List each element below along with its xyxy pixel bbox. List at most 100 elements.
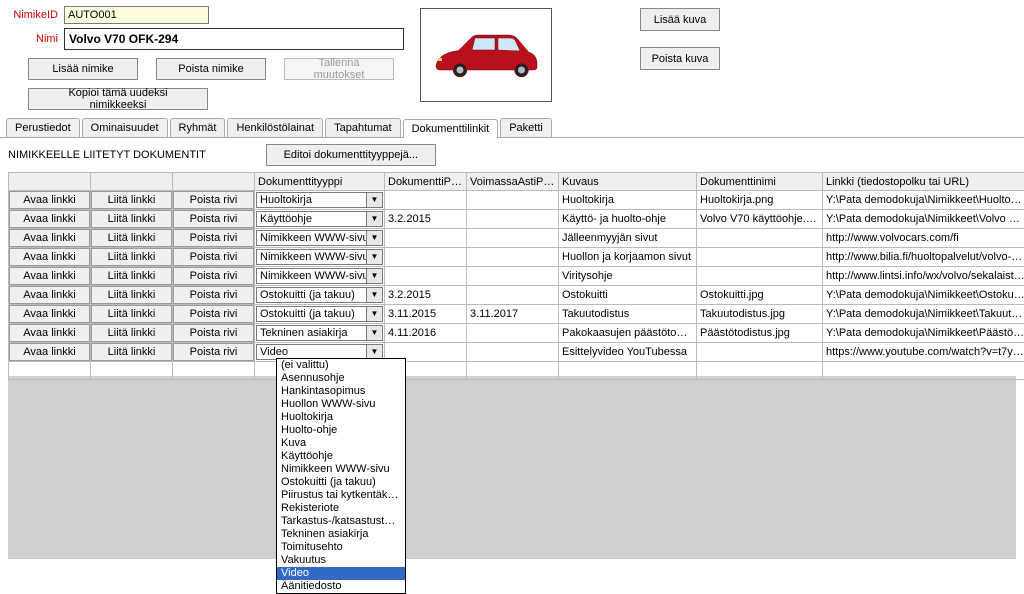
delete-link-button[interactable]: Poista rivi: [173, 324, 254, 342]
doc-date[interactable]: [385, 229, 467, 248]
open-link-button[interactable]: Avaa linkki: [9, 210, 90, 228]
doc-type-select[interactable]: Ostokuitti (ja takuu)▼: [256, 306, 383, 322]
doc-date[interactable]: 4.11.2016: [385, 324, 467, 343]
doc-description[interactable]: Ostokuitti: [559, 286, 697, 305]
doc-link[interactable]: http://www.lintsi.info/wx/volvo/sekalais…: [823, 267, 1024, 286]
valid-until-date[interactable]: [467, 267, 559, 286]
attach-link-button[interactable]: Liitä linkki: [91, 286, 172, 304]
valid-until-date[interactable]: [467, 210, 559, 229]
doc-date[interactable]: [385, 248, 467, 267]
attach-link-button[interactable]: Liitä linkki: [91, 267, 172, 285]
chevron-down-icon[interactable]: ▼: [366, 288, 382, 302]
open-link-button[interactable]: Avaa linkki: [9, 286, 90, 304]
attach-link-button[interactable]: Liitä linkki: [91, 343, 172, 361]
doc-filename[interactable]: Ostokuitti.jpg: [697, 286, 823, 305]
dropdown-option[interactable]: Tekninen asiakirja: [277, 528, 405, 541]
doc-date[interactable]: 3.2.2015: [385, 286, 467, 305]
edit-doc-types-button[interactable]: Editoi dokumenttityyppejä...: [266, 144, 436, 166]
doc-description[interactable]: Viritysohje: [559, 267, 697, 286]
dropdown-option[interactable]: Ostokuitti (ja takuu): [277, 476, 405, 489]
valid-until-date[interactable]: [467, 248, 559, 267]
tab-ominaisuudet[interactable]: Ominaisuudet: [82, 118, 168, 137]
dropdown-option[interactable]: Huoltokirja: [277, 411, 405, 424]
valid-until-date[interactable]: [467, 191, 559, 210]
doc-description[interactable]: Jälleenmyyjän sivut: [559, 229, 697, 248]
tab-dokumenttilinkit[interactable]: Dokumenttilinkit: [403, 119, 499, 138]
dropdown-option[interactable]: Vakuutus: [277, 554, 405, 567]
dropdown-option[interactable]: (ei valittu): [277, 359, 405, 372]
name-input[interactable]: [64, 28, 404, 50]
doc-description[interactable]: Huoltokirja: [559, 191, 697, 210]
attach-link-button[interactable]: Liitä linkki: [91, 248, 172, 266]
dropdown-option[interactable]: Rekisteriote: [277, 502, 405, 515]
doc-link[interactable]: Y:\Pata demodokuja\Nimikkeet\Takuutodist…: [823, 305, 1024, 324]
tab-paketti[interactable]: Paketti: [500, 118, 552, 137]
dropdown-option[interactable]: Kuva: [277, 437, 405, 450]
doc-date[interactable]: [385, 267, 467, 286]
doc-filename[interactable]: Huoltokirja.png: [697, 191, 823, 210]
doc-filename[interactable]: [697, 267, 823, 286]
chevron-down-icon[interactable]: ▼: [366, 345, 382, 359]
doc-type-select[interactable]: Ostokuitti (ja takuu)▼: [256, 287, 383, 303]
delete-link-button[interactable]: Poista rivi: [173, 267, 254, 285]
remove-image-button[interactable]: Poista kuva: [640, 47, 720, 70]
delete-link-button[interactable]: Poista rivi: [173, 248, 254, 266]
delete-link-button[interactable]: Poista rivi: [173, 343, 254, 361]
valid-until-date[interactable]: [467, 343, 559, 362]
doc-filename[interactable]: [697, 248, 823, 267]
dropdown-option[interactable]: Äänitiedosto: [277, 580, 405, 593]
delete-link-button[interactable]: Poista rivi: [173, 229, 254, 247]
chevron-down-icon[interactable]: ▼: [366, 250, 382, 264]
doc-link[interactable]: https://www.youtube.com/watch?v=t7yg5XJW…: [823, 343, 1024, 362]
remove-item-button[interactable]: Poista nimike: [156, 58, 266, 80]
copy-as-new-button[interactable]: Kopioi tämä uudeksi nimikkeeksi: [28, 88, 208, 110]
add-item-button[interactable]: Lisää nimike: [28, 58, 138, 80]
chevron-down-icon[interactable]: ▼: [366, 269, 382, 283]
tab-ryhmät[interactable]: Ryhmät: [170, 118, 226, 137]
doc-link[interactable]: Y:\Pata demodokuja\Nimikkeet\Volvo V70 k…: [823, 210, 1024, 229]
doc-date[interactable]: [385, 191, 467, 210]
dropdown-option[interactable]: Nimikkeen WWW-sivu: [277, 463, 405, 476]
chevron-down-icon[interactable]: ▼: [366, 326, 382, 340]
doc-type-select[interactable]: Käyttöohje▼: [256, 211, 383, 227]
doc-link[interactable]: http://www.volvocars.com/fi: [823, 229, 1024, 248]
tab-henkilöstölainat[interactable]: Henkilöstölainat: [227, 118, 323, 137]
doc-link[interactable]: Y:\Pata demodokuja\Nimikkeet\Huoltokirja…: [823, 191, 1024, 210]
valid-until-date[interactable]: [467, 324, 559, 343]
doc-date[interactable]: 3.2.2015: [385, 210, 467, 229]
dropdown-option[interactable]: Käyttöohje: [277, 450, 405, 463]
doc-type-select[interactable]: Nimikkeen WWW-sivu▼: [256, 249, 383, 265]
dropdown-option[interactable]: Hankintasopimus: [277, 385, 405, 398]
delete-link-button[interactable]: Poista rivi: [173, 210, 254, 228]
doc-type-select[interactable]: Tekninen asiakirja▼: [256, 325, 383, 341]
open-link-button[interactable]: Avaa linkki: [9, 191, 90, 209]
dropdown-option[interactable]: Tarkastus-/katsastustodistus: [277, 515, 405, 528]
delete-link-button[interactable]: Poista rivi: [173, 286, 254, 304]
doc-link[interactable]: http://www.bilia.fi/huoltopalvelut/volvo…: [823, 248, 1024, 267]
dropdown-option[interactable]: Huollon WWW-sivu: [277, 398, 405, 411]
attach-link-button[interactable]: Liitä linkki: [91, 191, 172, 209]
doc-date[interactable]: 3.11.2015: [385, 305, 467, 324]
open-link-button[interactable]: Avaa linkki: [9, 324, 90, 342]
dropdown-option[interactable]: Huolto-ohje: [277, 424, 405, 437]
attach-link-button[interactable]: Liitä linkki: [91, 210, 172, 228]
tab-perustiedot[interactable]: Perustiedot: [6, 118, 80, 137]
doc-link[interactable]: Y:\Pata demodokuja\Nimikkeet\Ostokuitti.…: [823, 286, 1024, 305]
tab-tapahtumat[interactable]: Tapahtumat: [325, 118, 400, 137]
dropdown-option[interactable]: Piirustus tai kytkentäkaavio: [277, 489, 405, 502]
chevron-down-icon[interactable]: ▼: [366, 231, 382, 245]
chevron-down-icon[interactable]: ▼: [366, 212, 382, 226]
chevron-down-icon[interactable]: ▼: [366, 193, 382, 207]
id-input[interactable]: [64, 6, 209, 24]
add-image-button[interactable]: Lisää kuva: [640, 8, 720, 31]
doc-description[interactable]: Käyttö- ja huolto-ohje: [559, 210, 697, 229]
doc-filename[interactable]: Volvo V70 käyttöohje.pdf: [697, 210, 823, 229]
doc-description[interactable]: Huollon ja korjaamon sivut: [559, 248, 697, 267]
doc-description[interactable]: Esittelyvideo YouTubessa: [559, 343, 697, 362]
dropdown-option[interactable]: Asennusohje: [277, 372, 405, 385]
doc-filename[interactable]: Takuutodistus.jpg: [697, 305, 823, 324]
doc-filename[interactable]: [697, 229, 823, 248]
chevron-down-icon[interactable]: ▼: [366, 307, 382, 321]
valid-until-date[interactable]: [467, 286, 559, 305]
open-link-button[interactable]: Avaa linkki: [9, 248, 90, 266]
